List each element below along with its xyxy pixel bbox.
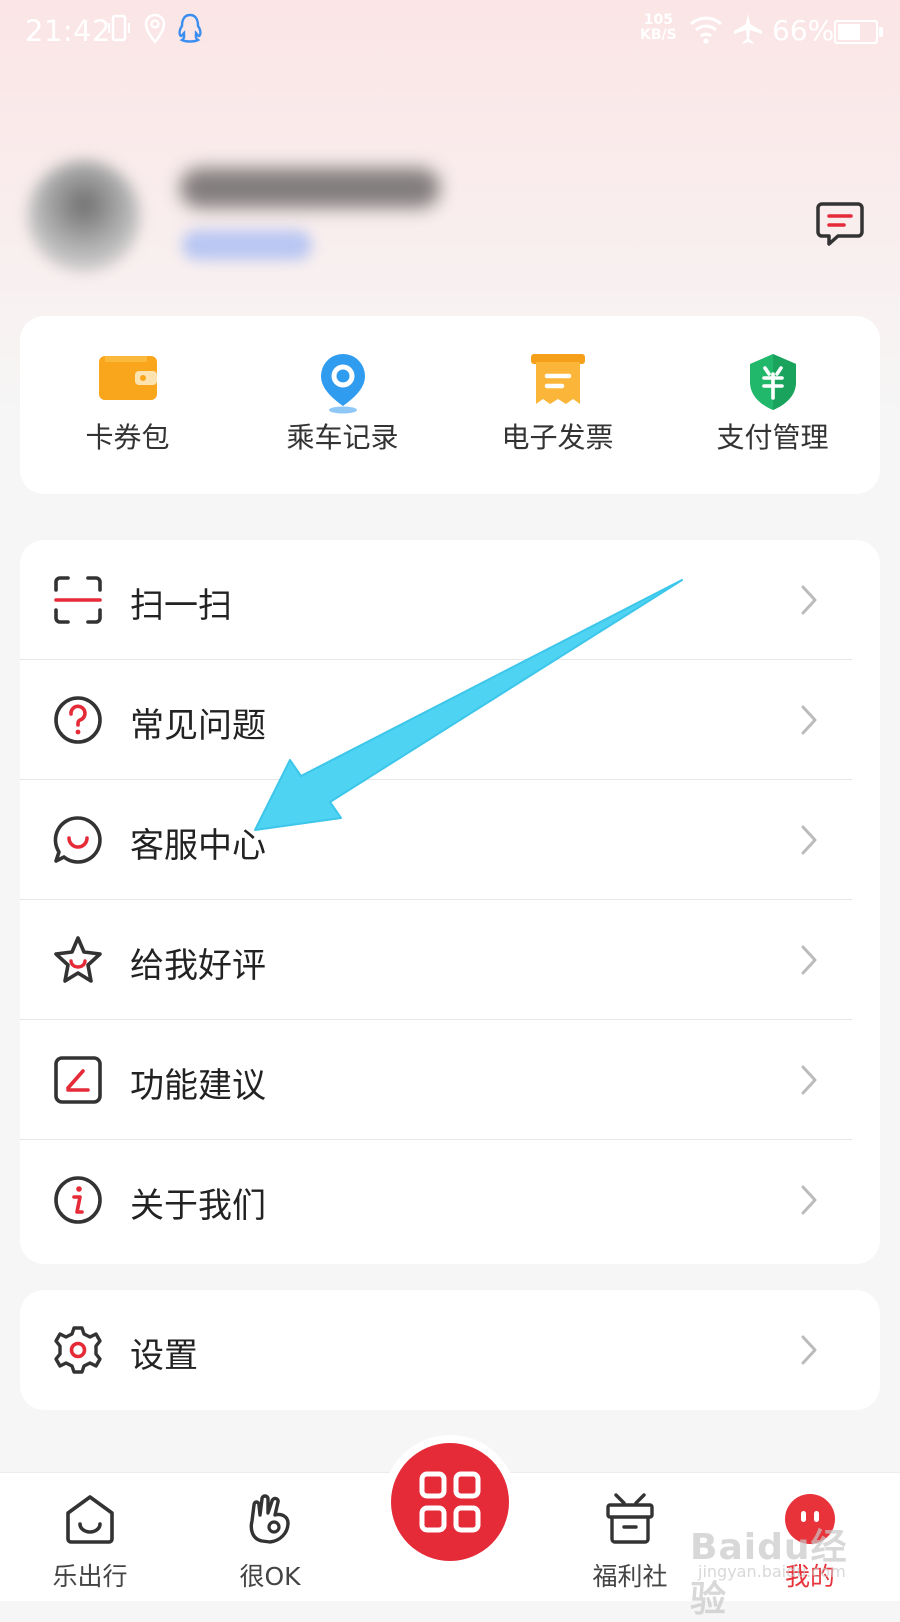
menu-item-label: 常见问题 (130, 706, 266, 746)
star-icon (54, 936, 102, 983)
tab-welfare[interactable]: 福利社 (565, 1473, 695, 1601)
qq-icon (178, 13, 202, 43)
menu-item-label: 功能建议 (130, 1066, 266, 1106)
battery-level (838, 24, 861, 40)
tab-label: 福利社 (592, 1562, 668, 1591)
user-name-blurred[interactable] (180, 168, 440, 208)
chevron-right-icon (801, 1185, 817, 1215)
net-speed: 105 KB/S (640, 13, 677, 43)
settings-card: 设置 (20, 1290, 880, 1410)
menu-item-about-us[interactable]: 关于我们 (20, 1140, 880, 1260)
message-icon[interactable] (814, 198, 866, 250)
wallet-icon (98, 356, 157, 400)
ok-hand-icon (249, 1494, 290, 1544)
menu-item-feedback[interactable]: 功能建议 (20, 1020, 880, 1140)
airplane-mode-icon (734, 14, 762, 44)
tab-ok[interactable]: 很OK (205, 1473, 335, 1601)
tab-label: 很OK (239, 1562, 301, 1591)
avatar[interactable] (28, 160, 140, 272)
quick-action-label: 支付管理 (716, 421, 829, 454)
status-time: 21:42 (25, 14, 112, 48)
question-icon (54, 696, 102, 744)
tab-label: 乐出行 (52, 1562, 128, 1591)
menu-item-scan[interactable]: 扫一扫 (20, 540, 880, 660)
quick-action-e-invoice[interactable]: 电子发票 (450, 316, 665, 494)
location-icon (144, 13, 166, 45)
net-speed-value: 105 (643, 12, 673, 28)
menu-item-label: 设置 (130, 1336, 198, 1376)
watermark-url: jingyan.baidu.com (698, 1562, 846, 1581)
net-speed-unit: KB/S (640, 27, 677, 43)
menu-item-label: 关于我们 (130, 1186, 266, 1226)
chevron-right-icon (801, 1335, 817, 1365)
chevron-right-icon (801, 585, 817, 615)
chevron-right-icon (801, 825, 817, 855)
status-bar: 21:42 105 KB/S 66% (0, 0, 900, 64)
qr-code-button[interactable] (391, 1443, 509, 1561)
menu-card: 扫一扫 常见问题 客服中心 给我好评 功能建议 关于我们 (20, 540, 880, 1264)
menu-item-label: 给我好评 (130, 946, 266, 986)
quick-action-payment-management[interactable]: 支付管理 (665, 316, 880, 494)
gear-icon (54, 1326, 102, 1374)
user-badge-blurred[interactable] (182, 230, 312, 260)
menu-item-settings[interactable]: 设置 (20, 1290, 880, 1410)
battery-nub (879, 27, 883, 37)
quick-action-card-wallet[interactable]: 卡券包 (20, 316, 235, 494)
gift-box-icon (606, 1493, 654, 1544)
wifi-icon (689, 16, 723, 44)
chevron-right-icon (801, 945, 817, 975)
payment-shield-icon (749, 354, 796, 410)
chevron-right-icon (801, 1065, 817, 1095)
quick-actions-card: 卡券包 乘车记录 电子发票 支付管理 (20, 316, 880, 494)
menu-item-customer-service[interactable]: 客服中心 (20, 780, 880, 900)
menu-item-label: 扫一扫 (130, 586, 232, 626)
quick-action-label: 乘车记录 (286, 421, 399, 454)
battery-percent: 66% (772, 14, 835, 47)
menu-item-rate-us[interactable]: 给我好评 (20, 900, 880, 1020)
menu-item-label: 客服中心 (130, 826, 266, 866)
edit-icon (54, 1056, 102, 1104)
battery-icon (834, 20, 883, 44)
vibrate-icon (108, 14, 130, 42)
menu-item-faq[interactable]: 常见问题 (20, 660, 880, 780)
qr-code-icon (419, 1471, 481, 1533)
quick-action-label: 卡券包 (85, 421, 170, 454)
home-smile-icon (66, 1495, 114, 1544)
tab-travel[interactable]: 乐出行 (25, 1473, 155, 1601)
location-pin-icon (320, 354, 365, 414)
info-icon (54, 1176, 102, 1224)
customer-service-icon (53, 816, 102, 864)
invoice-icon (530, 354, 585, 404)
chevron-right-icon (801, 705, 817, 735)
quick-action-ride-records[interactable]: 乘车记录 (235, 316, 450, 494)
quick-action-label: 电子发票 (501, 421, 614, 454)
watermark: Baidu经验 jingyan.baidu.com (690, 1518, 860, 1620)
scan-icon (54, 576, 102, 624)
